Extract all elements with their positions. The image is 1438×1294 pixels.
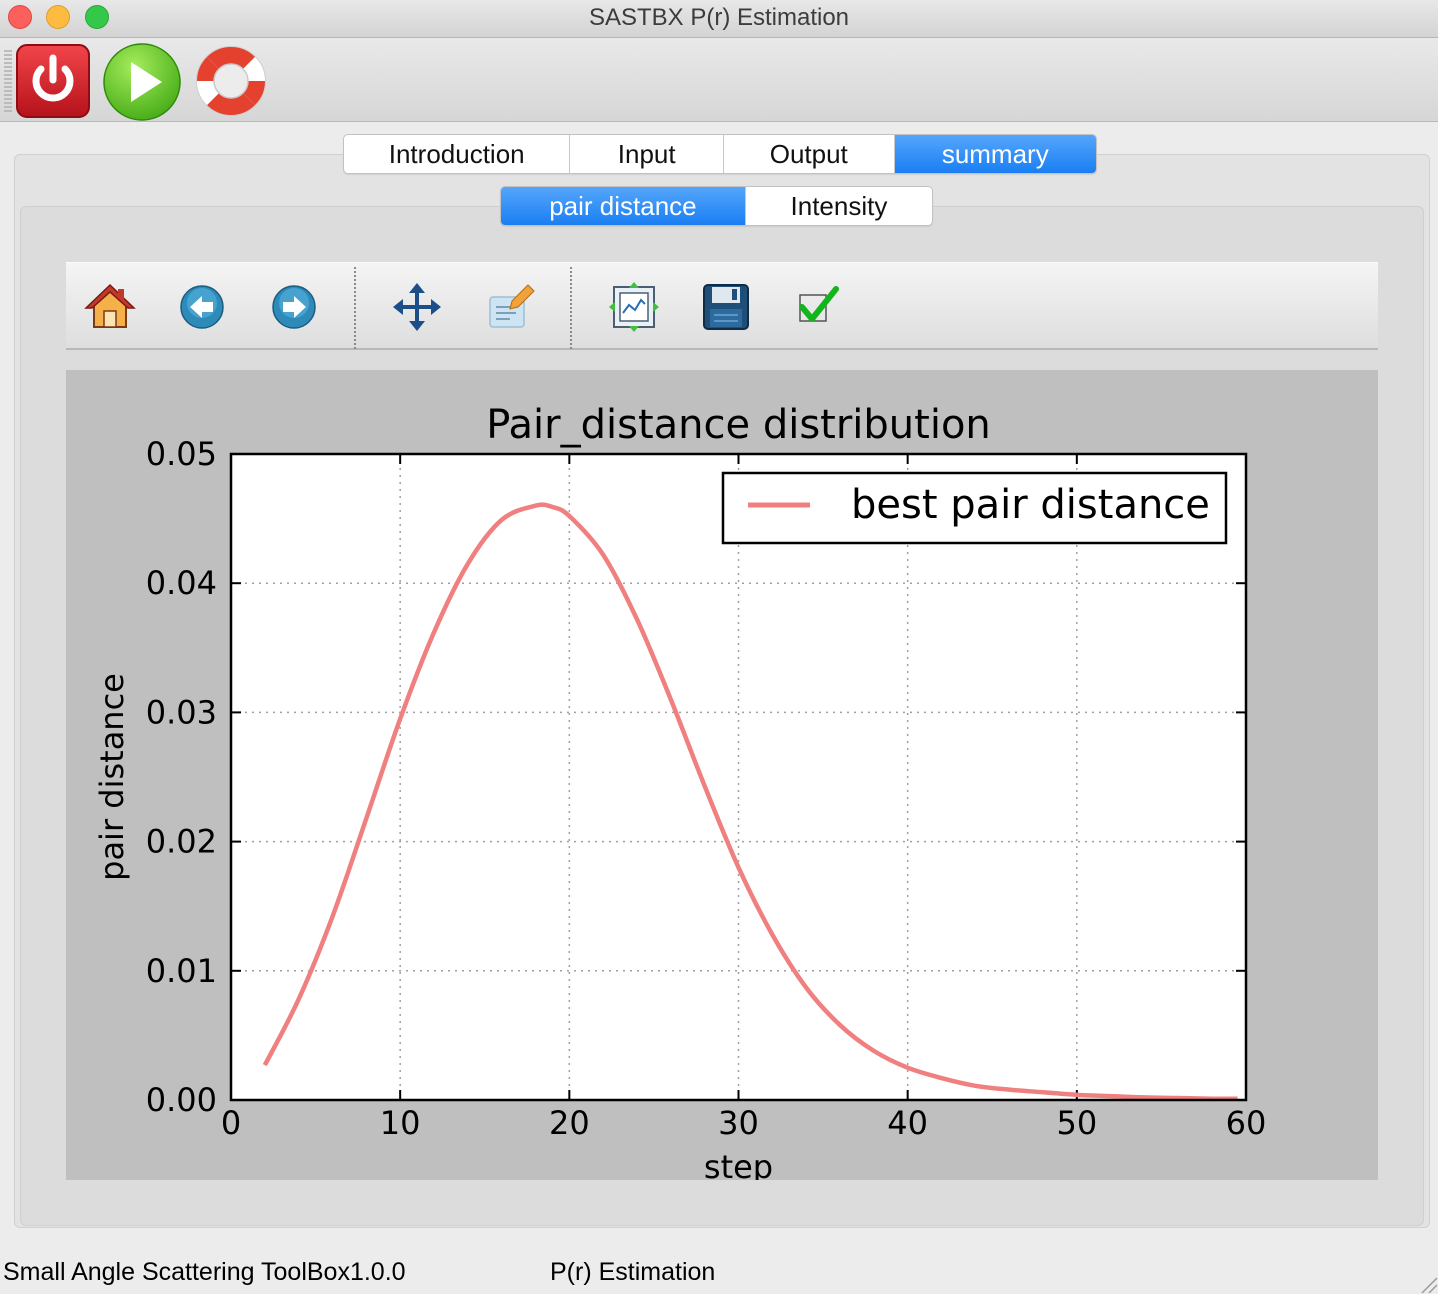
- zoom-rect-icon: [489, 284, 535, 328]
- save-figure-button[interactable]: [700, 281, 752, 333]
- play-icon: [103, 43, 181, 121]
- y-tick-label: 0.02: [146, 823, 217, 861]
- y-tick-label: 0.00: [146, 1081, 217, 1119]
- pan-icon: [393, 283, 441, 331]
- x-axis-label: step: [704, 1148, 773, 1180]
- y-tick-label: 0.05: [146, 435, 217, 473]
- tab-output[interactable]: Output: [724, 135, 895, 173]
- y-tick-label: 0.04: [146, 564, 217, 602]
- x-tick-label: 60: [1226, 1104, 1267, 1142]
- help-button[interactable]: [192, 42, 270, 120]
- toolbar-separator: [354, 267, 356, 349]
- sub-tab-bar: pair distance Intensity: [500, 186, 933, 226]
- tab-intensity[interactable]: Intensity: [746, 187, 932, 225]
- save-disk-icon: [703, 284, 749, 330]
- legend-label: best pair distance: [851, 482, 1210, 528]
- toolbar-grip-handle[interactable]: [4, 50, 12, 112]
- back-button[interactable]: [176, 281, 228, 333]
- y-tick-label: 0.03: [146, 693, 217, 731]
- app-toolbar: [0, 38, 1438, 122]
- quit-button[interactable]: [14, 42, 92, 120]
- power-icon: [16, 44, 90, 118]
- chart-legend: best pair distance: [721, 471, 1228, 545]
- toolbar-separator: [570, 267, 572, 349]
- pair-distance-chart: 0 10 20 30 40 50 60 0.00 0.01 0.02 0.03 0.04 0.05 Pa…: [93, 402, 1267, 1180]
- forward-button[interactable]: [268, 281, 320, 333]
- x-tick-label: 10: [380, 1104, 421, 1142]
- lifebuoy-icon: [196, 46, 266, 116]
- status-app-version: Small Angle Scattering ToolBox1.0.0: [3, 1258, 406, 1286]
- status-module-name: P(r) Estimation: [550, 1258, 716, 1286]
- home-icon: [84, 283, 136, 328]
- subplots-config-icon: [609, 282, 659, 332]
- chart-title: Pair_distance distribution: [486, 402, 991, 448]
- pan-button[interactable]: [391, 281, 443, 333]
- apply-button[interactable]: [792, 281, 844, 333]
- resize-grip-icon[interactable]: [1416, 1272, 1438, 1294]
- tab-introduction[interactable]: Introduction: [344, 135, 571, 173]
- y-tick-label: 0.01: [146, 952, 217, 990]
- x-tick-label: 20: [549, 1104, 590, 1142]
- tab-input[interactable]: Input: [570, 135, 724, 173]
- forward-arrow-icon: [272, 285, 316, 329]
- configure-subplots-button[interactable]: [608, 281, 660, 333]
- window-title: SASTBX P(r) Estimation: [588, 4, 850, 31]
- home-button[interactable]: [84, 281, 136, 333]
- x-tick-label: 30: [718, 1104, 759, 1142]
- checkmark-icon: [799, 286, 839, 322]
- x-tick-label: 0: [221, 1104, 241, 1142]
- plot-navigation-toolbar: [66, 262, 1378, 350]
- x-tick-label: 40: [887, 1104, 928, 1142]
- x-tick-label: 50: [1056, 1104, 1097, 1142]
- y-axis-label: pair distance: [93, 673, 131, 881]
- tab-summary[interactable]: summary: [894, 135, 1096, 173]
- run-button[interactable]: [102, 42, 181, 121]
- main-tab-bar: Introduction Input Output summary: [343, 134, 1097, 174]
- tab-pair-distance[interactable]: pair distance: [501, 187, 746, 225]
- back-arrow-icon: [180, 285, 224, 329]
- plot-figure-canvas[interactable]: 0 10 20 30 40 50 60 0.00 0.01 0.02 0.03 0.04 0.05 Pa…: [66, 370, 1378, 1180]
- zoom-button[interactable]: [484, 281, 536, 333]
- window-titlebar: SASTBX P(r) Estimation: [0, 0, 1438, 38]
